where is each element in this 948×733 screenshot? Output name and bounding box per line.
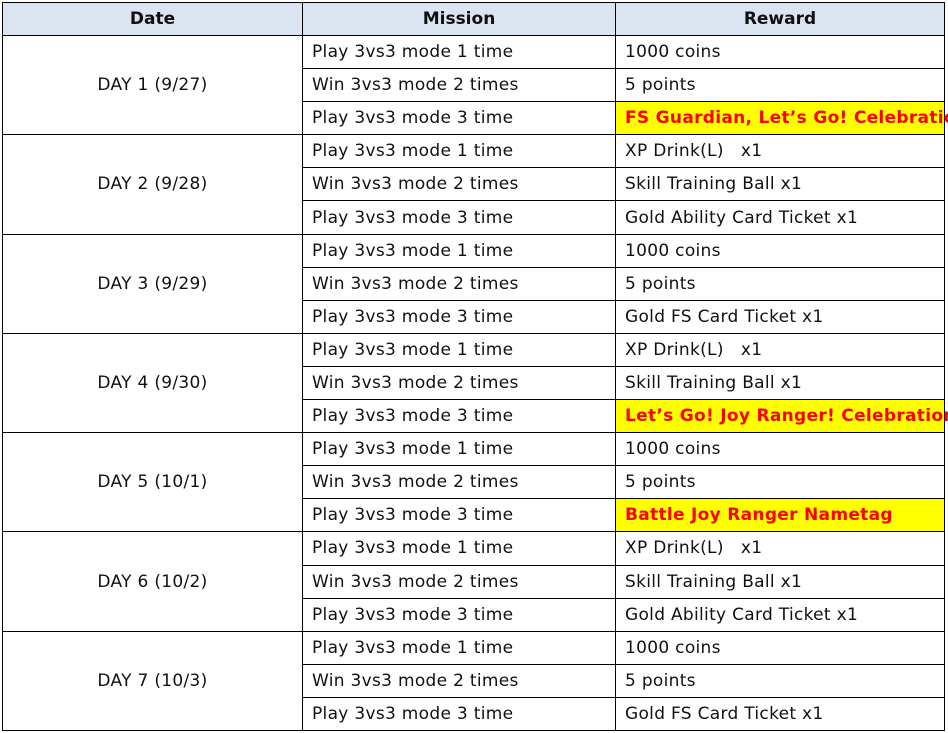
table-row: DAY 5 (10/1) Play 3vs3 mode 1 time 1000 co… xyxy=(2,432,945,533)
reward-cell: Skill Training Ball x1 xyxy=(615,365,945,401)
header-reward: Reward xyxy=(615,2,945,36)
reward-cell: 5 points xyxy=(615,465,945,500)
table-row: DAY 6 (10/2) Play 3vs3 mode 1 time XP Drin… xyxy=(2,531,945,632)
mission-cell: Win 3vs3 mode 2 times xyxy=(302,266,616,301)
table-row: DAY 1 (9/27) Play 3vs3 mode 1 time 1000 co… xyxy=(2,34,945,136)
reward-cell: Gold FS Card Ticket x1 xyxy=(615,696,945,731)
table-row: DAY 7 (10/3) Play 3vs3 mode 1 time 1000 co… xyxy=(2,630,945,731)
table-header: Date Mission Reward xyxy=(2,2,945,36)
header-date: Date xyxy=(2,2,303,36)
reward-cell: 5 points xyxy=(615,663,945,698)
day-date-cell: DAY 1 (9/27) xyxy=(2,34,303,136)
reward-cell: XP Drink(L) x1 xyxy=(615,332,945,367)
table-row: DAY 3 (9/29) Play 3vs3 mode 1 time 1000 co… xyxy=(2,233,945,334)
reward-cell: 1000 coins xyxy=(615,233,945,268)
mission-cell: Play 3vs3 mode 3 time xyxy=(302,498,616,533)
mission-cell: Win 3vs3 mode 2 times xyxy=(302,465,616,500)
reward-cell: 1000 coins xyxy=(615,630,945,665)
reward-cell: 5 points xyxy=(615,266,945,301)
mission-cell: Play 3vs3 mode 3 time xyxy=(302,299,616,334)
day-date-cell: DAY 6 (10/2) xyxy=(2,531,303,632)
day-date-cell: DAY 7 (10/3) xyxy=(2,630,303,731)
header-row: Date Mission Reward xyxy=(2,2,945,36)
special-reward-cell: FS Guardian, Let’s Go! Celebration xyxy=(615,101,948,136)
header-mission: Mission xyxy=(302,2,616,36)
mission-cell: Play 3vs3 mode 3 time xyxy=(302,101,616,136)
table-row: DAY 2 (9/28) Play 3vs3 mode 1 time XP Drin… xyxy=(2,134,945,235)
reward-cell: 1000 coins xyxy=(615,432,945,467)
mission-cell: Win 3vs3 mode 2 times xyxy=(302,365,616,401)
mission-cell: Play 3vs3 mode 3 time xyxy=(302,696,616,731)
mission-cell: Win 3vs3 mode 2 times xyxy=(302,167,616,202)
table-row: DAY 4 (9/30) Play 3vs3 mode 1 time XP Drin… xyxy=(2,332,945,434)
mission-cell: Play 3vs3 mode 1 time xyxy=(302,332,616,367)
mission-cell: Play 3vs3 mode 1 time xyxy=(302,630,616,665)
mission-cell: Play 3vs3 mode 1 time xyxy=(302,233,616,268)
reward-cell: Gold Ability Card Ticket x1 xyxy=(615,200,945,235)
mission-cell: Play 3vs3 mode 1 time xyxy=(302,432,616,467)
mission-cell: Play 3vs3 mode 1 time xyxy=(302,134,616,169)
reward-cell: Gold FS Card Ticket x1 xyxy=(615,299,945,334)
reward-cell: 1000 coins xyxy=(615,34,945,70)
mission-cell: Win 3vs3 mode 2 times xyxy=(302,564,616,599)
day-date-cell: DAY 5 (10/1) xyxy=(2,432,303,533)
reward-cell: Gold Ability Card Ticket x1 xyxy=(615,597,945,632)
mission-cell: Play 3vs3 mode 3 time xyxy=(302,200,616,235)
table-body: DAY 1 (9/27) Play 3vs3 mode 1 time 1000 co… xyxy=(2,34,948,731)
day-date-cell: DAY 3 (9/29) xyxy=(2,233,303,334)
mission-cell: Play 3vs3 mode 3 time xyxy=(302,399,616,434)
mission-cell: Play 3vs3 mode 1 time xyxy=(302,34,616,70)
reward-cell: XP Drink(L) x1 xyxy=(615,531,945,566)
mission-cell: Play 3vs3 mode 1 time xyxy=(302,531,616,566)
mission-cell: Win 3vs3 mode 2 times xyxy=(302,68,616,103)
reward-cell: Skill Training Ball x1 xyxy=(615,167,945,202)
mission-cell: Win 3vs3 mode 2 times xyxy=(302,663,616,698)
special-reward-cell: Battle Joy Ranger Nametag xyxy=(615,498,945,533)
day-date-cell: DAY 2 (9/28) xyxy=(2,134,303,235)
mission-cell: Play 3vs3 mode 3 time xyxy=(302,597,616,632)
reward-cell: XP Drink(L) x1 xyxy=(615,134,945,169)
special-reward-cell: Let’s Go! Joy Ranger! Celebration xyxy=(615,399,948,434)
day-date-cell: DAY 4 (9/30) xyxy=(2,332,303,434)
mission-schedule-table: Date Mission Reward DAY 1 (9/27) Play 3vs… xyxy=(2,2,948,731)
reward-cell: 5 points xyxy=(615,68,945,103)
reward-cell: Skill Training Ball x1 xyxy=(615,564,945,599)
